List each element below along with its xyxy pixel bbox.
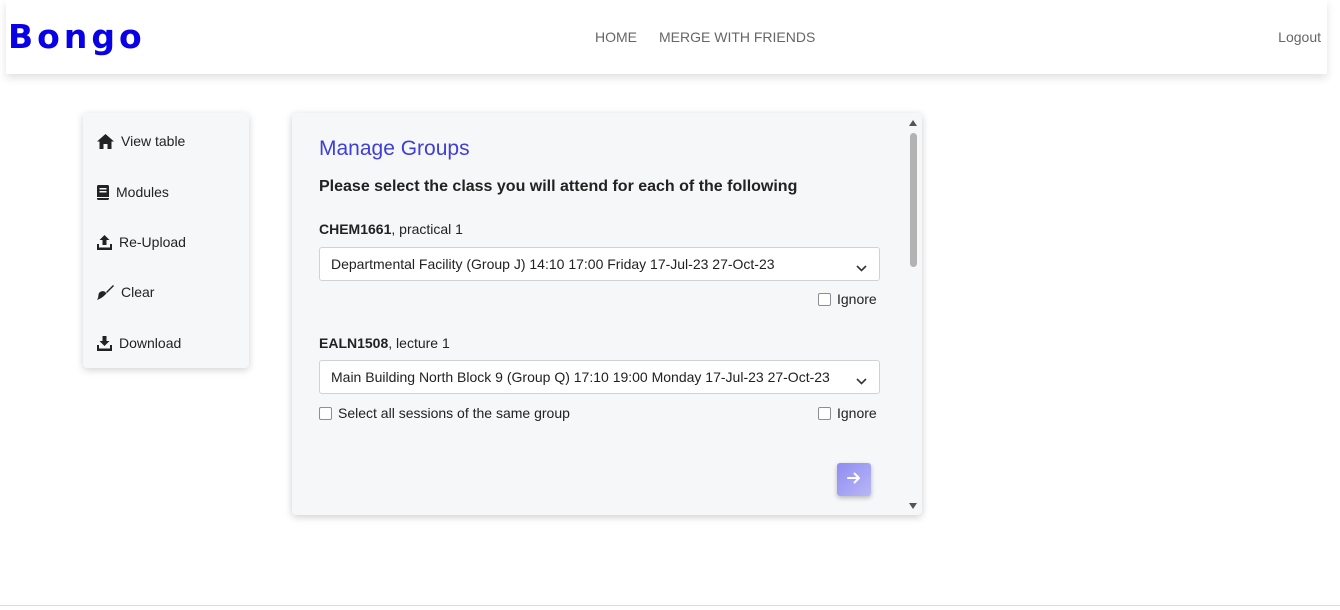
chevron-down-icon xyxy=(856,372,867,388)
group-select[interactable]: Departmental Facility (Group J) 14:10 17… xyxy=(319,247,880,281)
sidebar: View table Modules Re-Upload Clear Downl… xyxy=(83,113,249,368)
page-divider xyxy=(0,605,1340,606)
ignore-checkbox-row[interactable]: Ignore xyxy=(818,405,877,421)
sidebar-item-modules[interactable]: Modules xyxy=(97,184,169,200)
main-nav: HOME MERGE WITH FRIENDS xyxy=(595,29,815,45)
home-icon xyxy=(97,133,114,149)
ignore-checkbox[interactable] xyxy=(818,292,831,306)
course-code: EALN1508 xyxy=(319,335,389,351)
sidebar-item-clear[interactable]: Clear xyxy=(97,284,154,300)
group-select[interactable]: Main Building North Block 9 (Group Q) 17… xyxy=(319,360,880,394)
ignore-checkbox-row[interactable]: Ignore xyxy=(818,291,877,307)
page-title: Manage Groups xyxy=(319,137,470,160)
select-all-checkbox-row[interactable]: Select all sessions of the same group xyxy=(319,405,570,421)
sidebar-item-re-upload[interactable]: Re-Upload xyxy=(97,234,186,250)
arrow-right-icon xyxy=(847,471,861,489)
upload-icon xyxy=(97,234,112,250)
ignore-label: Ignore xyxy=(837,405,877,421)
next-button[interactable] xyxy=(837,463,871,496)
group-select-value: Departmental Facility (Group J) 14:10 17… xyxy=(331,256,775,272)
course-type: , lecture 1 xyxy=(388,335,450,351)
ignore-checkbox[interactable] xyxy=(818,406,831,420)
sidebar-item-label: Modules xyxy=(116,184,169,200)
logout-link[interactable]: Logout xyxy=(1278,29,1321,45)
course-code: CHEM1661 xyxy=(319,221,392,237)
sidebar-item-label: Re-Upload xyxy=(119,234,186,250)
select-all-checkbox[interactable] xyxy=(319,406,332,420)
sidebar-item-label: Download xyxy=(119,335,182,351)
nav-merge-link[interactable]: MERGE WITH FRIENDS xyxy=(659,29,815,45)
group-select-value: Main Building North Block 9 (Group Q) 17… xyxy=(331,369,830,385)
instructions-text: Please select the class you will attend … xyxy=(319,178,798,195)
select-all-label: Select all sessions of the same group xyxy=(338,405,570,421)
course-type: , practical 1 xyxy=(391,221,463,237)
brand-logo[interactable]: Bongo xyxy=(8,17,146,56)
download-icon xyxy=(97,335,112,351)
broom-icon xyxy=(97,284,114,300)
sidebar-item-label: Clear xyxy=(121,284,155,300)
sidebar-item-view-table[interactable]: View table xyxy=(97,133,185,149)
sidebar-item-label: View table xyxy=(121,133,186,149)
top-navbar: Bongo HOME MERGE WITH FRIENDS Logout xyxy=(6,0,1327,74)
sidebar-item-download[interactable]: Download xyxy=(97,335,181,351)
scroll-down-arrow-icon[interactable] xyxy=(909,503,917,509)
chevron-down-icon xyxy=(856,259,867,275)
ignore-label: Ignore xyxy=(837,291,877,307)
course-label: EALN1508, lecture 1 xyxy=(319,335,450,351)
nav-home-link[interactable]: HOME xyxy=(595,29,637,45)
course-label: CHEM1661, practical 1 xyxy=(319,221,463,237)
manage-groups-card: Manage Groups Please select the class yo… xyxy=(292,113,922,515)
card-scrollbar[interactable] xyxy=(905,117,920,511)
book-icon xyxy=(97,184,109,200)
scrollbar-thumb[interactable] xyxy=(910,133,917,267)
scroll-up-arrow-icon[interactable] xyxy=(909,120,917,126)
